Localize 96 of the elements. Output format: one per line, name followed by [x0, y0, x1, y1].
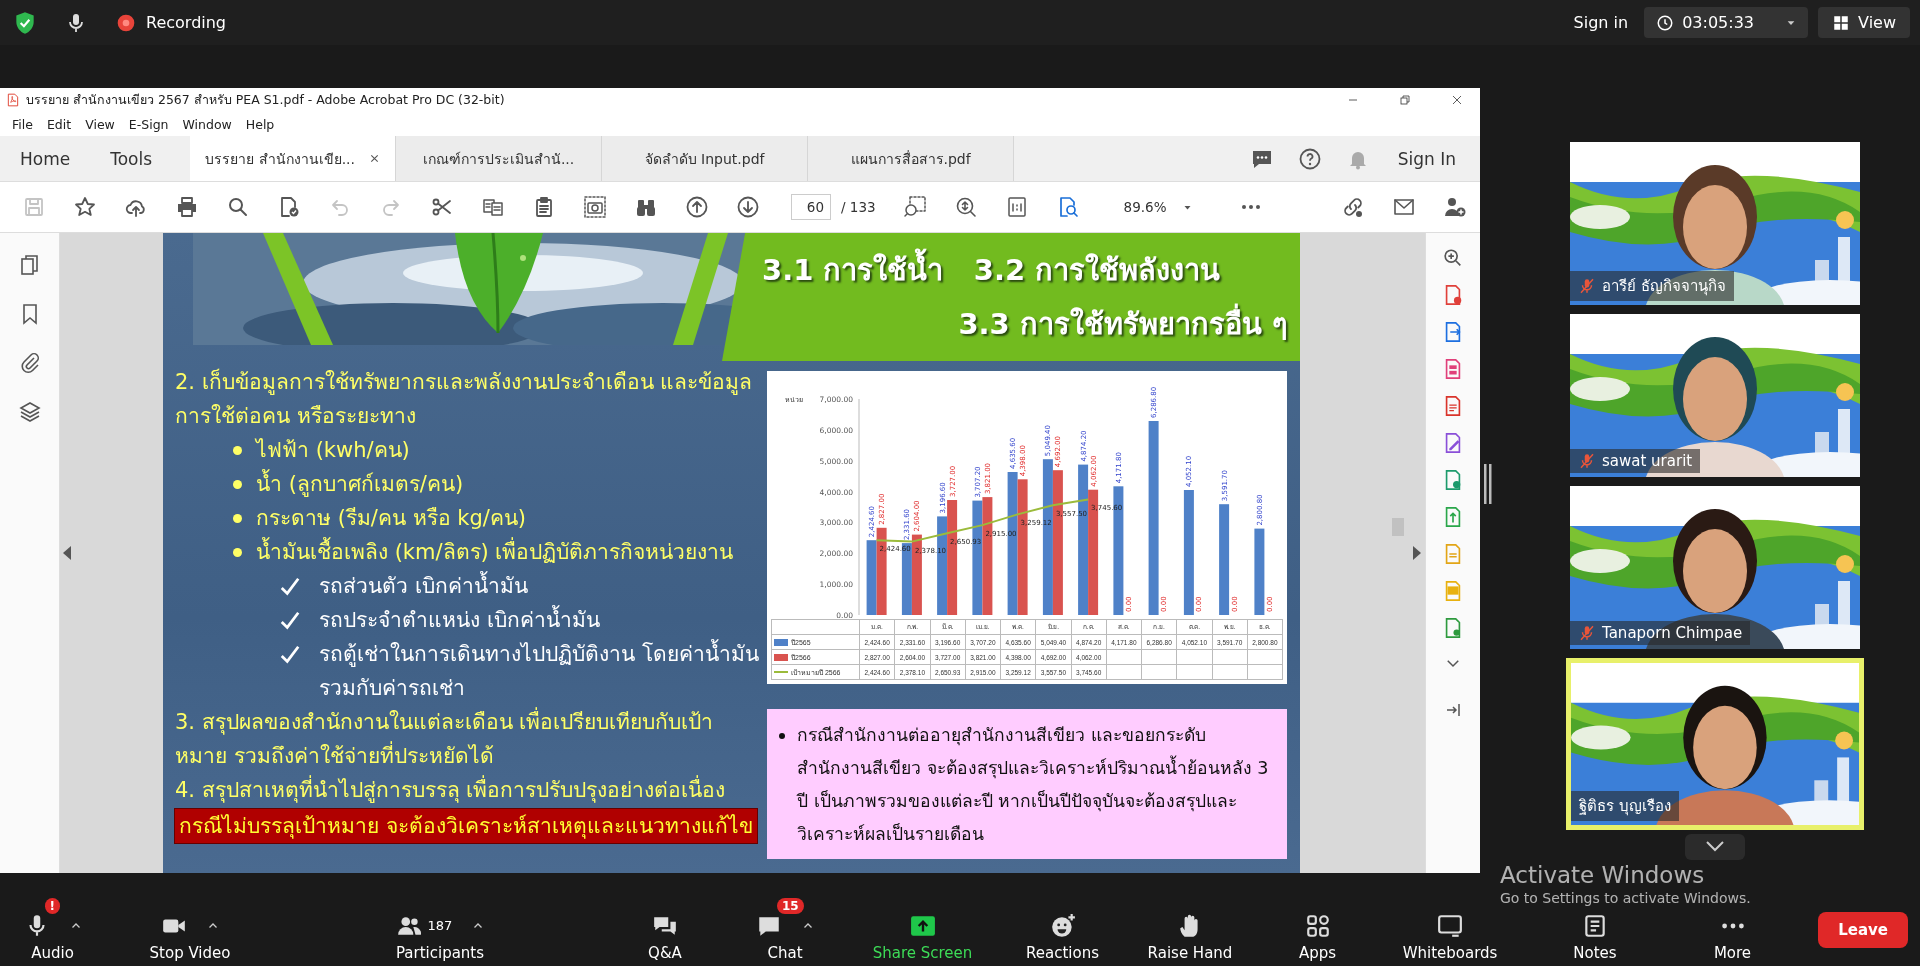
layers-icon[interactable] [17, 400, 42, 424]
document-tab[interactable]: บรรยาย สำนักงานเขีย... [190, 136, 397, 181]
nav-tab[interactable]: Home [0, 136, 91, 181]
page-number-field[interactable]: 60 [791, 194, 831, 220]
add-person-icon[interactable] [1442, 195, 1467, 219]
toolbar-button[interactable]: Stop Video [105, 910, 275, 962]
menu-item[interactable]: Window [182, 116, 232, 132]
participant-name: ฐิติธร บุญเรือง [1579, 796, 1671, 818]
menu-item[interactable]: View [85, 116, 115, 132]
apps-icon [1304, 913, 1331, 939]
notification-badge: ! [44, 898, 60, 914]
expand-panel-icon[interactable] [1444, 701, 1462, 719]
checklist-text: รถส่วนตัว เบิกค่าน้ำมัน [319, 569, 528, 603]
leave-button[interactable]: Leave [1818, 912, 1908, 948]
video-tile[interactable]: อารีย์ ธัญกิจจานุกิจ [1570, 142, 1860, 305]
smiley-icon [1049, 913, 1076, 939]
document-tab[interactable]: จัดลำดับ Input.pdf [602, 136, 809, 181]
toolbar-button[interactable]: Raise Hand [1125, 910, 1255, 962]
bullet-text: น้ำ (ลูกบาศก์เมตร/คน) [256, 467, 464, 501]
marquee-zoom-icon[interactable] [903, 195, 928, 219]
checklist-text: รถตู้เช่าในการเดินทางไปปฏิบัติงาน โดยค่าน้ำมันรวมกับค่ารถเช่า [319, 637, 763, 705]
toolbar-button[interactable]: Notes [1520, 910, 1670, 962]
bullet-text: กระดาษ (รีม/คน หรือ kg/คน) [256, 505, 527, 532]
bullet-text: น้ำมันเชื้อเพลิง (km/ลิตร) เพื่อปฏิบัติภารกิจหน่วยงาน [256, 535, 734, 569]
document-tab[interactable]: เกณฑ์การประเมินสำนั... [396, 136, 603, 181]
note-text: กรณีสำนักงานต่ออายุสำนักงานสีเขียว และขอยกระดับสำนักงานสีเขียว จะต้องสรุปและวิเคราะห์ปริมาณน้ำย้อนหลัง 3 ปี เป็นภาพรวมของแต่ละปี หากเป็นปีปัจจุบันจะต้องสรุปและวิเคราะห์ผลเป็นรายเดือน [797, 724, 1270, 846]
close-icon[interactable] [369, 153, 380, 164]
toolbar-button[interactable]: Audio ! [0, 896, 105, 962]
star-icon[interactable] [72, 195, 97, 219]
record-icon [116, 12, 136, 33]
participant-name: อารีย์ ธัญกิจจานุกิจ [1602, 276, 1726, 298]
restore-icon[interactable] [1397, 92, 1413, 108]
nav-tab[interactable]: Tools [90, 136, 173, 181]
participant-count: 187 [427, 917, 453, 935]
sign-in-link[interactable]: Sign in [1573, 13, 1629, 32]
toolbar-button[interactable]: Q&A [605, 910, 725, 962]
activation-notice-title: Activate Windows [1500, 862, 1706, 889]
menu-item[interactable]: E-Sign [128, 116, 169, 132]
toolbar-button[interactable]: More [1670, 910, 1795, 962]
chevron-down-icon [1705, 840, 1725, 854]
slide-heading: 3.3 การใช้ทรัพยากรอื่น ๆ [762, 301, 1288, 347]
menu-item[interactable]: Help [245, 116, 275, 132]
clock-icon [1656, 13, 1675, 32]
document-tab[interactable]: แผนการสื่อสาร.pdf [808, 136, 1015, 181]
timer-display[interactable]: 03:05:33 [1644, 7, 1809, 38]
whiteboard-icon [1437, 913, 1463, 939]
view-button[interactable]: View [1818, 7, 1910, 38]
scrollbar-thumb[interactable] [1392, 518, 1404, 536]
bullet-text: ไฟฟ้า (kwh/คน) [256, 437, 410, 464]
video-tile[interactable]: ฐิติธร บุญเรือง [1566, 658, 1864, 830]
participant-name: sawat urarit [1602, 452, 1693, 470]
toolbar-button[interactable]: Share Screen [845, 910, 1000, 962]
splitter-handle-icon[interactable] [1484, 464, 1492, 504]
check-icon [279, 576, 301, 598]
numbered-text: 4. สรุปสาเหตุที่นำไปสู่การบรรลุ เพื่อการปรับปรุงอย่างต่อเนื่อง [175, 773, 726, 807]
page-total: / 133 [841, 199, 876, 215]
right-arrow-icon[interactable] [1413, 546, 1421, 560]
share-screen-icon [909, 913, 936, 939]
check-icon [279, 610, 301, 632]
toolbar-button[interactable]: Whiteboards [1380, 910, 1520, 962]
recording-label: Recording [146, 13, 227, 32]
bullet-icon [233, 446, 242, 455]
numbered-text: 3. สรุปผลของสำนักงานในแต่ละเดือน เพื่อเปรียบเทียบกับเป้าหมาย รวมถึงค่าใช้จ่ายที่ประหยัดได้ [175, 705, 763, 773]
zoom-in-icon[interactable] [1442, 247, 1464, 269]
toolbar-button[interactable]: Chat 15 [725, 896, 845, 962]
menu-item[interactable]: File [12, 116, 33, 132]
grid-icon [1832, 13, 1851, 32]
scroll-down-button[interactable] [1685, 834, 1745, 860]
window-title: บรรยาย สำนักงานเขียว 2567 สำหรับ PEA S1.pdf - Adobe Acrobat Pro DC (32-bit) [26, 91, 505, 109]
bullet-icon [779, 733, 785, 739]
checklist-text: รถประจำตำแหน่ง เบิกค่าน้ำมัน [319, 603, 600, 637]
numbered-text: 2. เก็บข้อมูลการใช้ทรัพยากรและพลังงานประจำเดือน และข้อมูลการใช้ต่อคน หรือระยะทาง [175, 367, 754, 430]
video-tile[interactable]: sawat urarit [1570, 314, 1860, 477]
highlighted-text: กรณีไม่บรรลุเป้าหมาย จะต้องวิเคราะห์สาเหตุและแนวทางแก้ไข [175, 809, 757, 843]
activation-notice-text: Go to Settings to activate Windows. [1500, 890, 1751, 907]
left-arrow-icon[interactable] [63, 546, 71, 560]
menu-item[interactable]: Edit [46, 116, 72, 132]
camera-icon[interactable] [582, 195, 607, 219]
more-icon [1720, 922, 1745, 930]
notes-icon [1582, 913, 1608, 939]
participant-name: Tanaporn Chimpae [1602, 624, 1743, 642]
zoom-icon[interactable] [954, 195, 979, 219]
sign-in-link[interactable]: Sign In [1381, 136, 1480, 181]
check-icon [279, 644, 301, 666]
bullet-icon [233, 548, 242, 557]
toolbar-button[interactable]: 187 Participants [275, 910, 605, 962]
bullet-icon [233, 480, 242, 489]
pdf-icon [6, 92, 20, 108]
zoom-dropdown[interactable]: 89.6% [1117, 198, 1198, 216]
toolbar-button[interactable]: Reactions [1000, 910, 1125, 962]
slide-heading: 3.1 การใช้น้ำ 3.2 การใช้พลังงาน [762, 247, 1288, 293]
notification-badge: 15 [777, 898, 804, 914]
bullet-icon [233, 514, 242, 523]
toolbar-button[interactable]: Apps [1255, 910, 1380, 962]
help-icon[interactable] [1297, 146, 1322, 171]
video-tile[interactable]: Tanaporn Chimpae [1570, 486, 1860, 649]
